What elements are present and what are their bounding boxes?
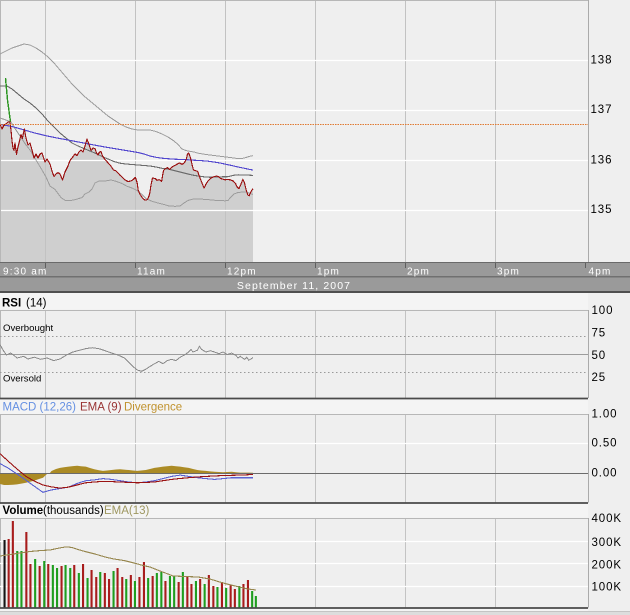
- svg-text:75: 75: [592, 328, 607, 340]
- svg-text:Divergence: Divergence: [124, 402, 182, 414]
- svg-text:1.00: 1.00: [592, 409, 618, 421]
- svg-text:1pm: 1pm: [317, 267, 340, 278]
- svg-text:0.50: 0.50: [592, 438, 618, 450]
- svg-text:4pm: 4pm: [589, 267, 612, 278]
- svg-text:2pm: 2pm: [407, 267, 430, 278]
- svg-text:50: 50: [592, 350, 607, 362]
- svg-text:100K: 100K: [592, 582, 622, 594]
- svg-text:100: 100: [592, 305, 614, 317]
- svg-text:(14): (14): [26, 298, 47, 310]
- svg-text:3pm: 3pm: [497, 267, 520, 278]
- svg-text:EMA(13): EMA(13): [104, 505, 150, 517]
- svg-text:0.00: 0.00: [592, 468, 618, 480]
- svg-text:12pm: 12pm: [227, 267, 257, 278]
- svg-text:200K: 200K: [592, 560, 622, 572]
- svg-text:138: 138: [591, 55, 613, 67]
- svg-text:RSI: RSI: [2, 298, 21, 310]
- svg-text:137: 137: [591, 104, 613, 116]
- svg-text:400K: 400K: [592, 513, 622, 525]
- svg-text:300K: 300K: [592, 537, 622, 549]
- svg-text:Oversold: Oversold: [3, 374, 41, 385]
- svg-text:11am: 11am: [137, 267, 166, 278]
- svg-text:(thousands): (thousands): [43, 505, 104, 517]
- svg-text:EMA (9): EMA (9): [80, 402, 122, 414]
- svg-text:135: 135: [591, 204, 613, 216]
- svg-text:Overbought: Overbought: [3, 323, 53, 334]
- svg-text:MACD (12,26): MACD (12,26): [3, 402, 77, 414]
- svg-text:9:30 am: 9:30 am: [3, 267, 48, 278]
- svg-text:25: 25: [592, 372, 607, 384]
- svg-text:Volume: Volume: [3, 505, 44, 517]
- svg-text:136: 136: [591, 155, 613, 167]
- svg-text:September 11, 2007: September 11, 2007: [237, 280, 351, 292]
